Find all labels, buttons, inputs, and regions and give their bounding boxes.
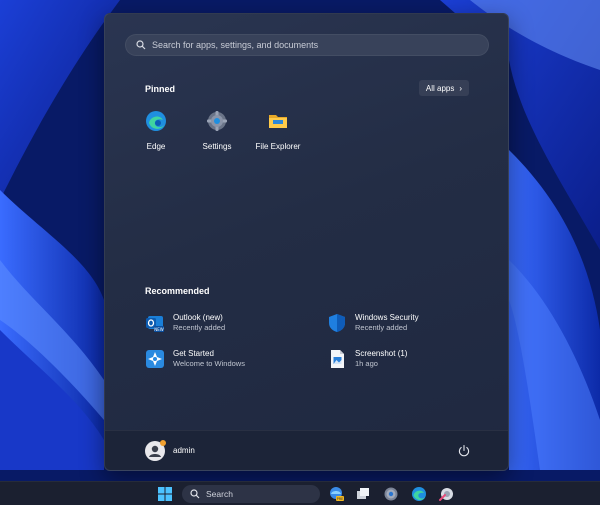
recommended-item-get-started[interactable]: Get Started Welcome to Windows [145, 349, 245, 369]
start-search-input[interactable]: Search for apps, settings, and documents [125, 34, 489, 56]
all-apps-label: All apps [425, 83, 455, 93]
outlook-icon: NEW [146, 316, 164, 332]
snipping-tool-icon[interactable] [438, 486, 454, 502]
folder-icon [269, 115, 287, 128]
windows-start-icon[interactable] [157, 486, 173, 502]
gear-icon[interactable] [383, 486, 399, 502]
recommended-item-subtitle: 1h ago [355, 359, 378, 368]
pinned-app-settings[interactable]: Settings [189, 110, 245, 151]
recommended-item-title: Screenshot (1) [355, 349, 408, 358]
pinned-title: Pinned [145, 84, 176, 94]
start-menu: Search for apps, settings, and documents… [104, 13, 509, 471]
svg-text:NEW: NEW [154, 327, 164, 332]
pinned-app-label: Edge [146, 142, 166, 151]
recommended-item-screenshot[interactable]: Screenshot (1) 1h ago [327, 349, 407, 369]
get-started-icon [146, 350, 164, 368]
svg-text:PRE: PRE [337, 497, 344, 501]
gear-icon [207, 111, 227, 131]
recommended-item-subtitle: Recently added [355, 323, 408, 332]
pinned-app-label: Settings [202, 142, 232, 151]
chevron-right-icon: › [459, 83, 463, 93]
shield-icon [329, 314, 345, 332]
image-file-icon [331, 350, 344, 368]
taskbar-search-label: Search [206, 489, 233, 499]
edge-icon [146, 111, 166, 131]
user-status-badge [160, 440, 166, 446]
all-apps-button[interactable]: All apps › [419, 80, 469, 96]
taskbar: Search PRE [0, 481, 600, 505]
recommended-item-subtitle: Recently added [173, 323, 226, 332]
recommended-title: Recommended [145, 286, 210, 296]
recommended-item-windows-security[interactable]: Windows Security Recently added [327, 313, 419, 333]
taskbar-search-box[interactable]: Search [182, 485, 320, 503]
edge-icon[interactable] [411, 486, 427, 502]
search-placeholder: Search for apps, settings, and documents [152, 40, 319, 50]
search-icon [136, 40, 146, 50]
start-menu-footer: admin [105, 430, 508, 470]
copilot-icon[interactable]: PRE [328, 486, 344, 502]
power-icon[interactable] [457, 444, 471, 458]
pinned-app-label: File Explorer [255, 142, 301, 151]
recommended-item-title: Get Started [173, 349, 214, 358]
pinned-app-edge[interactable]: Edge [128, 110, 184, 151]
pinned-app-file-explorer[interactable]: File Explorer [250, 110, 306, 151]
recommended-item-title: Windows Security [355, 313, 419, 322]
recommended-item-title: Outlook (new) [173, 313, 223, 322]
recommended-item-outlook[interactable]: NEW Outlook (new) Recently added [145, 313, 225, 333]
recommended-item-subtitle: Welcome to Windows [173, 359, 245, 368]
task-view-icon[interactable] [355, 486, 371, 502]
user-name[interactable]: admin [173, 446, 195, 455]
search-icon [190, 489, 200, 499]
